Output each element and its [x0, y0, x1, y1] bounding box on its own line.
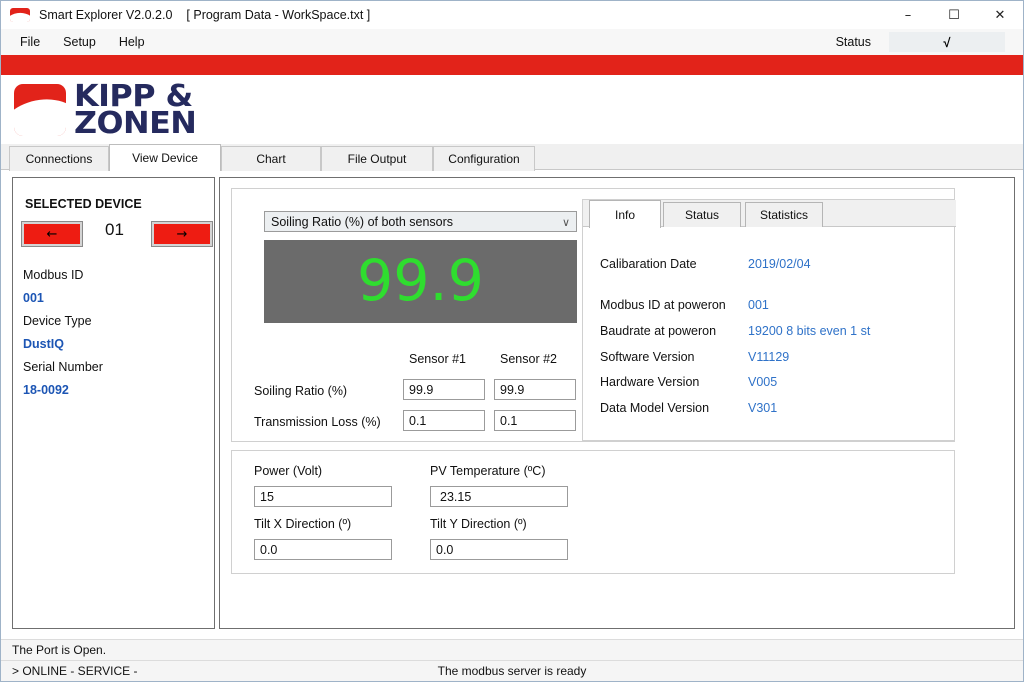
brand-header: KIPP & ZONEN	[1, 75, 1023, 144]
tilt-y-input[interactable]: 0.0	[430, 539, 568, 560]
brand-banner	[1, 55, 1023, 75]
maximize-icon[interactable]: ☐	[931, 1, 977, 29]
menu-bar: File Setup Help Status √	[1, 29, 1023, 55]
document-title: [ Program Data - WorkSpace.txt ]	[186, 8, 371, 22]
data-model-version-value: V301	[748, 401, 778, 415]
device-type-label: Device Type	[23, 314, 92, 328]
tab-view-device[interactable]: View Device	[109, 144, 221, 171]
brand-line-2: ZONEN	[74, 105, 197, 141]
device-info-panel: Info Status Statistics Calibaration Date…	[582, 199, 956, 441]
tilt-y-label: Tilt Y Direction (º)	[430, 517, 527, 531]
status-indicator[interactable]: √	[889, 32, 1005, 52]
transmission-loss-sensor1-input[interactable]: 0.1	[403, 410, 485, 431]
menu-setup[interactable]: Setup	[54, 32, 105, 52]
power-input[interactable]: 15	[254, 486, 392, 507]
info-panel-tabs: Info Status Statistics	[583, 200, 956, 228]
status-label: Status	[835, 35, 871, 49]
measurement-group: Soiling Ratio (%) of both sensors ∨ 99.9…	[231, 188, 956, 442]
tilt-x-input[interactable]: 0.0	[254, 539, 392, 560]
tab-file-output[interactable]: File Output	[321, 146, 433, 171]
kipp-zonen-logo-icon	[14, 83, 66, 136]
software-version-value: V11129	[748, 350, 790, 364]
tab-status[interactable]: Status	[663, 202, 741, 227]
serial-number-label: Serial Number	[23, 360, 103, 374]
tab-statistics[interactable]: Statistics	[745, 202, 823, 227]
menu-file[interactable]: File	[11, 32, 49, 52]
status-bar-primary: The Port is Open.	[1, 639, 1023, 660]
device-type-value: DustIQ	[23, 337, 64, 351]
pv-temperature-label: PV Temperature (ºC)	[430, 464, 546, 478]
selected-device-panel: SELECTED DEVICE ← 01 → Modbus ID 001 Dev…	[12, 177, 215, 629]
menu-help[interactable]: Help	[110, 32, 154, 52]
modbus-id-value: 001	[23, 291, 44, 305]
measurement-selector[interactable]: Soiling Ratio (%) of both sensors ∨	[264, 211, 577, 232]
brand-wordmark: KIPP & ZONEN	[74, 81, 197, 141]
hardware-version-label: Hardware Version	[600, 375, 700, 389]
modbus-id-label: Modbus ID	[23, 268, 84, 282]
app-logo-icon	[10, 8, 30, 22]
server-status-text: The modbus server is ready	[437, 664, 587, 678]
calibration-date-label: Calibaration Date	[600, 257, 697, 271]
window-controls: – ☐ ✕	[885, 1, 1023, 29]
tab-configuration[interactable]: Configuration	[433, 146, 535, 171]
selected-device-title: SELECTED DEVICE	[25, 197, 142, 211]
minimize-icon[interactable]: –	[885, 1, 931, 29]
tilt-x-label: Tilt X Direction (º)	[254, 517, 352, 531]
transmission-loss-label: Transmission Loss (%)	[254, 415, 381, 429]
calibration-date-value: 2019/02/04	[748, 257, 811, 271]
primary-value-display: 99.9	[264, 240, 577, 323]
chevron-down-icon: ∨	[561, 216, 570, 229]
port-status-text: The Port is Open.	[12, 643, 107, 657]
power-label: Power (Volt)	[254, 464, 323, 478]
data-model-version-label: Data Model Version	[600, 401, 710, 415]
baudrate-poweron-value: 19200 8 bits even 1 st	[748, 324, 871, 338]
pv-temperature-input[interactable]: 23.15	[430, 486, 568, 507]
sensor-2-header: Sensor #2	[500, 352, 557, 366]
device-readings-group: Power (Volt) 15 PV Temperature (ºC) 23.1…	[231, 450, 955, 574]
application-window: Smart Explorer V2.0.2.0 [ Program Data -…	[0, 0, 1024, 682]
next-device-button[interactable]: →	[151, 221, 213, 247]
tab-info[interactable]: Info	[589, 200, 661, 228]
primary-value: 99.9	[357, 248, 484, 314]
hardware-version-value: V005	[748, 375, 778, 389]
modbus-id-poweron-value: 001	[748, 298, 769, 312]
modbus-id-poweron-label: Modbus ID at poweron	[600, 298, 726, 312]
baudrate-poweron-label: Baudrate at poweron	[600, 324, 717, 338]
sensor-1-header: Sensor #1	[409, 352, 466, 366]
transmission-loss-sensor2-input[interactable]: 0.1	[494, 410, 576, 431]
software-version-label: Software Version	[600, 350, 695, 364]
tab-chart[interactable]: Chart	[221, 146, 321, 171]
serial-number-value: 18-0092	[23, 383, 69, 397]
soiling-ratio-label: Soiling Ratio (%)	[254, 384, 348, 398]
device-view-panel: Soiling Ratio (%) of both sensors ∨ 99.9…	[219, 177, 1015, 629]
measurement-selector-value: Soiling Ratio (%) of both sensors	[271, 214, 454, 229]
app-title: Smart Explorer V2.0.2.0	[39, 8, 173, 22]
tab-connections[interactable]: Connections	[9, 146, 109, 171]
title-bar: Smart Explorer V2.0.2.0 [ Program Data -…	[1, 1, 1023, 29]
soiling-ratio-sensor1-input[interactable]: 99.9	[403, 379, 485, 400]
main-tabs: Connections View Device Chart File Outpu…	[1, 144, 1023, 171]
close-icon[interactable]: ✕	[977, 1, 1023, 29]
status-bar-secondary: > ONLINE - SERVICE - The modbus server i…	[1, 660, 1023, 681]
soiling-ratio-sensor2-input[interactable]: 99.9	[494, 379, 576, 400]
